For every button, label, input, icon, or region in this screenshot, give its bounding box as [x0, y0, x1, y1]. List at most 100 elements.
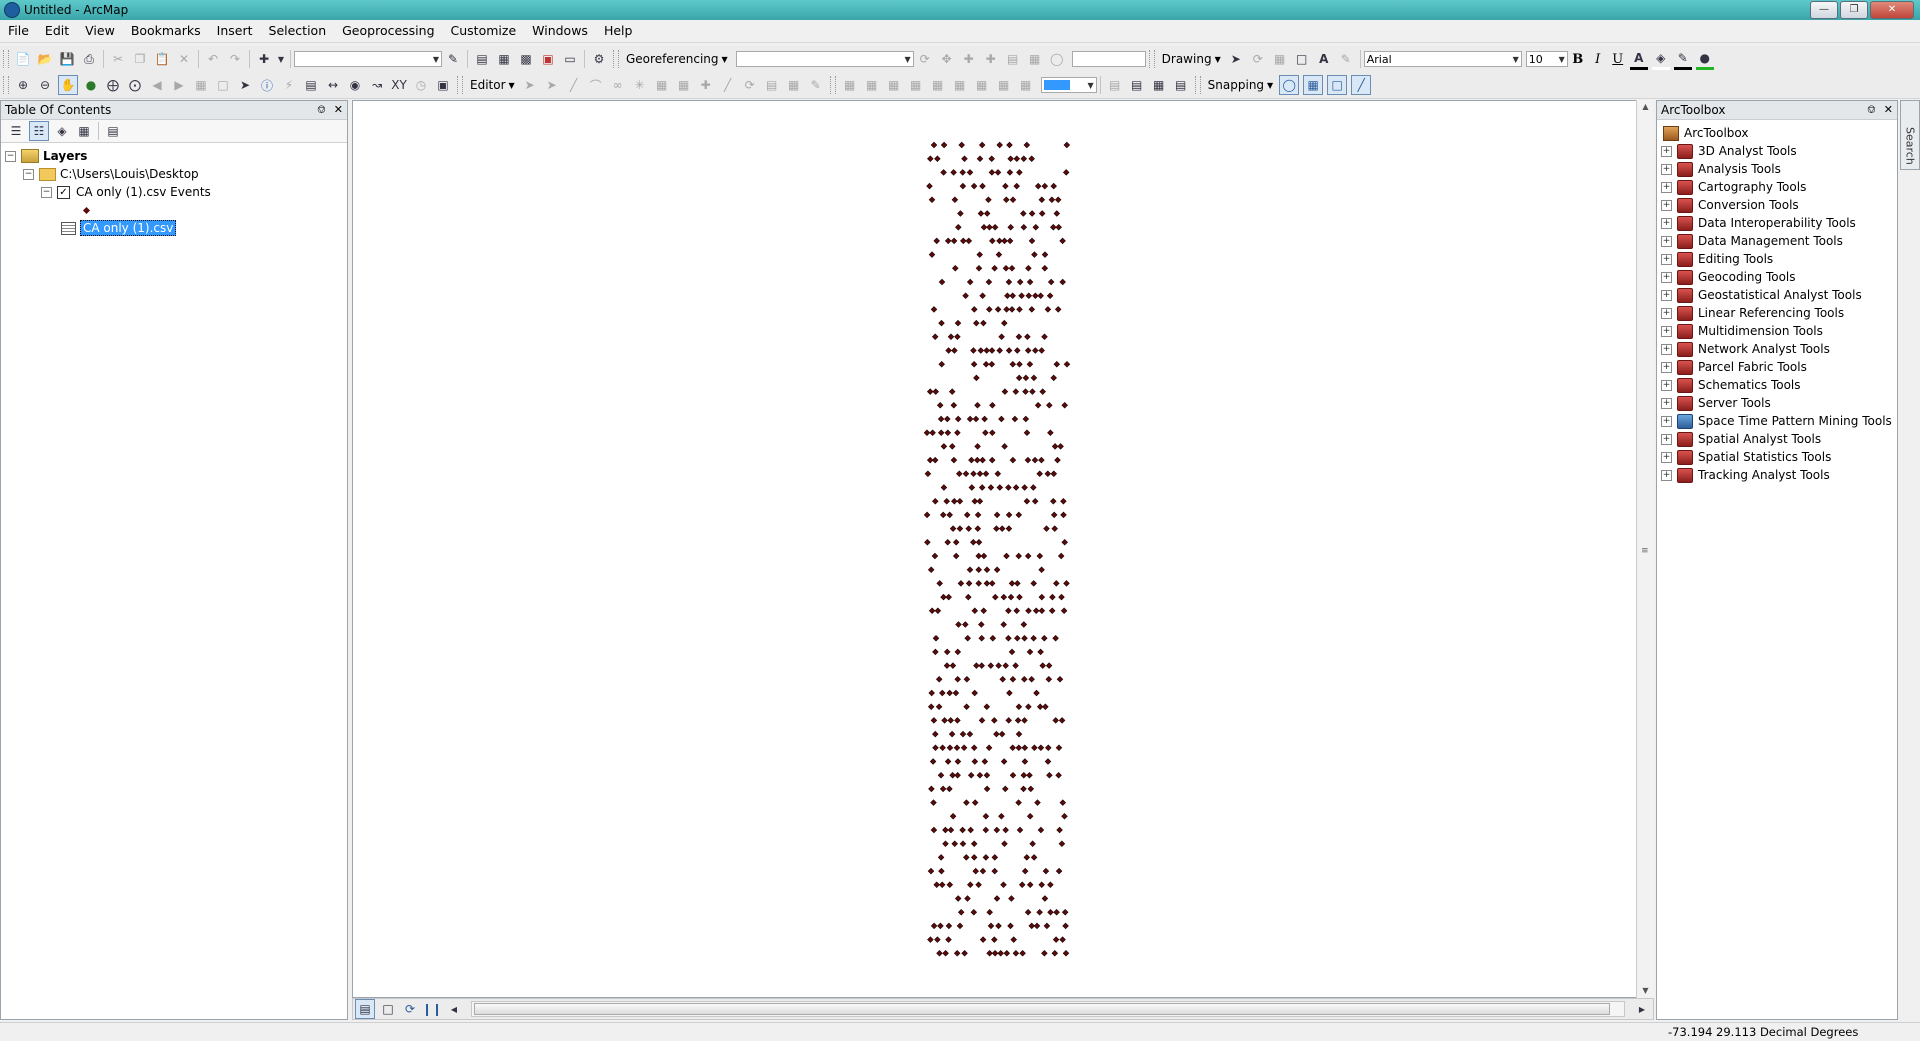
event-point[interactable] — [939, 785, 947, 793]
event-point[interactable] — [944, 429, 952, 436]
event-point[interactable] — [950, 169, 957, 176]
delete-icon[interactable]: ✕ — [175, 50, 193, 68]
fixed-layout-zoom-out-icon[interactable]: ▦ — [973, 76, 991, 94]
event-point[interactable] — [938, 867, 945, 875]
event-point[interactable] — [1055, 771, 1062, 779]
event-point[interactable] — [985, 744, 993, 752]
event-point[interactable] — [1015, 511, 1023, 519]
event-point[interactable] — [956, 525, 964, 532]
event-point[interactable] — [1047, 429, 1054, 436]
event-point[interactable] — [1052, 717, 1059, 724]
event-point[interactable] — [928, 689, 935, 697]
layout-zoom-out-icon[interactable]: ▦ — [863, 76, 881, 94]
event-point[interactable] — [1044, 758, 1052, 765]
event-point[interactable] — [1050, 182, 1057, 190]
event-point[interactable] — [941, 717, 948, 724]
event-point[interactable] — [943, 662, 951, 669]
event-point[interactable] — [1013, 182, 1020, 190]
event-point[interactable] — [1000, 593, 1008, 601]
event-point[interactable] — [982, 813, 990, 820]
expand-icon[interactable]: + — [1661, 217, 1672, 229]
select-features-icon[interactable]: ▦ — [192, 76, 210, 94]
event-point[interactable] — [1024, 552, 1032, 560]
event-point[interactable] — [1039, 662, 1046, 669]
event-point[interactable] — [955, 621, 962, 628]
event-point[interactable] — [1023, 497, 1031, 505]
expand-icon[interactable]: + — [1661, 379, 1672, 391]
event-point[interactable] — [1044, 470, 1052, 478]
event-point[interactable] — [1048, 607, 1056, 615]
toolbox-item[interactable]: + Spatial Analyst Tools — [1661, 430, 1893, 448]
edit-annotation-icon[interactable]: ➤ — [543, 76, 561, 94]
event-point[interactable] — [957, 580, 965, 587]
toolbox-item[interactable]: + Editing Tools — [1661, 250, 1893, 268]
event-point[interactable] — [1059, 936, 1066, 943]
event-point[interactable] — [1038, 196, 1046, 204]
new-document-icon[interactable]: 📄 — [14, 50, 32, 68]
event-point[interactable] — [982, 854, 990, 861]
event-point[interactable] — [974, 443, 981, 450]
event-point[interactable] — [949, 525, 957, 532]
event-point[interactable] — [966, 730, 974, 738]
event-point[interactable] — [1041, 182, 1049, 190]
event-point[interactable] — [1058, 593, 1065, 601]
event-point[interactable] — [973, 319, 980, 327]
event-point[interactable] — [982, 470, 990, 478]
print-icon[interactable]: ⎙ — [80, 50, 98, 68]
event-point[interactable] — [970, 470, 977, 478]
event-point[interactable] — [973, 374, 980, 382]
menu-file[interactable]: File — [0, 20, 37, 42]
event-point[interactable] — [1006, 237, 1014, 245]
toolbox-item[interactable]: + Data Management Tools — [1661, 232, 1893, 250]
event-point[interactable] — [971, 306, 978, 313]
event-point[interactable] — [964, 895, 971, 902]
expand-icon[interactable]: + — [1661, 433, 1672, 445]
event-point[interactable] — [1020, 771, 1028, 779]
event-point[interactable] — [1008, 648, 1016, 656]
event-point[interactable] — [959, 730, 967, 738]
event-point[interactable] — [1037, 292, 1044, 299]
change-layout-icon[interactable]: ▦ — [1150, 76, 1168, 94]
event-point[interactable] — [1031, 744, 1038, 752]
event-point[interactable] — [968, 484, 976, 491]
event-point[interactable] — [938, 278, 946, 286]
edge-snapping-icon[interactable]: ╱ — [1351, 75, 1372, 95]
event-point[interactable] — [939, 689, 946, 697]
event-point[interactable] — [991, 950, 999, 957]
event-point[interactable] — [987, 662, 995, 669]
select-elements-icon[interactable]: ➤ — [1227, 50, 1245, 68]
event-point[interactable] — [1044, 306, 1052, 313]
event-point[interactable] — [943, 648, 951, 656]
event-point[interactable] — [1016, 306, 1023, 313]
event-point[interactable] — [1041, 265, 1049, 272]
event-point[interactable] — [937, 922, 944, 930]
event-point[interactable] — [932, 744, 939, 752]
event-point[interactable] — [991, 936, 998, 943]
event-point[interactable] — [928, 785, 935, 793]
event-point[interactable] — [1028, 676, 1035, 683]
catalog-icon[interactable]: ▦ — [495, 50, 513, 68]
event-point[interactable] — [954, 648, 962, 656]
edit-vertices-icon[interactable]: ▦ — [653, 76, 671, 94]
rectangle-icon[interactable]: □ — [1293, 50, 1311, 68]
search-tab[interactable]: Search — [1900, 100, 1920, 170]
event-point[interactable] — [1015, 374, 1023, 382]
event-point[interactable] — [954, 895, 962, 902]
event-point[interactable] — [988, 360, 996, 368]
event-point[interactable] — [962, 292, 969, 299]
event-point[interactable] — [970, 360, 978, 368]
event-point[interactable] — [952, 552, 960, 560]
toolbox-item[interactable]: + Linear Referencing Tools — [1661, 304, 1893, 322]
font-name-combo[interactable]: Arial ▼ — [1363, 51, 1522, 67]
event-point[interactable] — [1020, 223, 1028, 231]
event-point[interactable] — [1026, 648, 1034, 656]
event-point[interactable] — [945, 936, 952, 943]
event-point[interactable] — [1030, 854, 1038, 861]
event-point[interactable] — [1037, 744, 1045, 752]
event-point[interactable] — [1022, 388, 1029, 395]
event-point[interactable] — [956, 470, 963, 478]
event-point[interactable] — [975, 265, 983, 272]
event-point[interactable] — [953, 744, 961, 752]
event-point[interactable] — [1020, 210, 1027, 217]
shift-icon[interactable]: ✥ — [938, 50, 956, 68]
